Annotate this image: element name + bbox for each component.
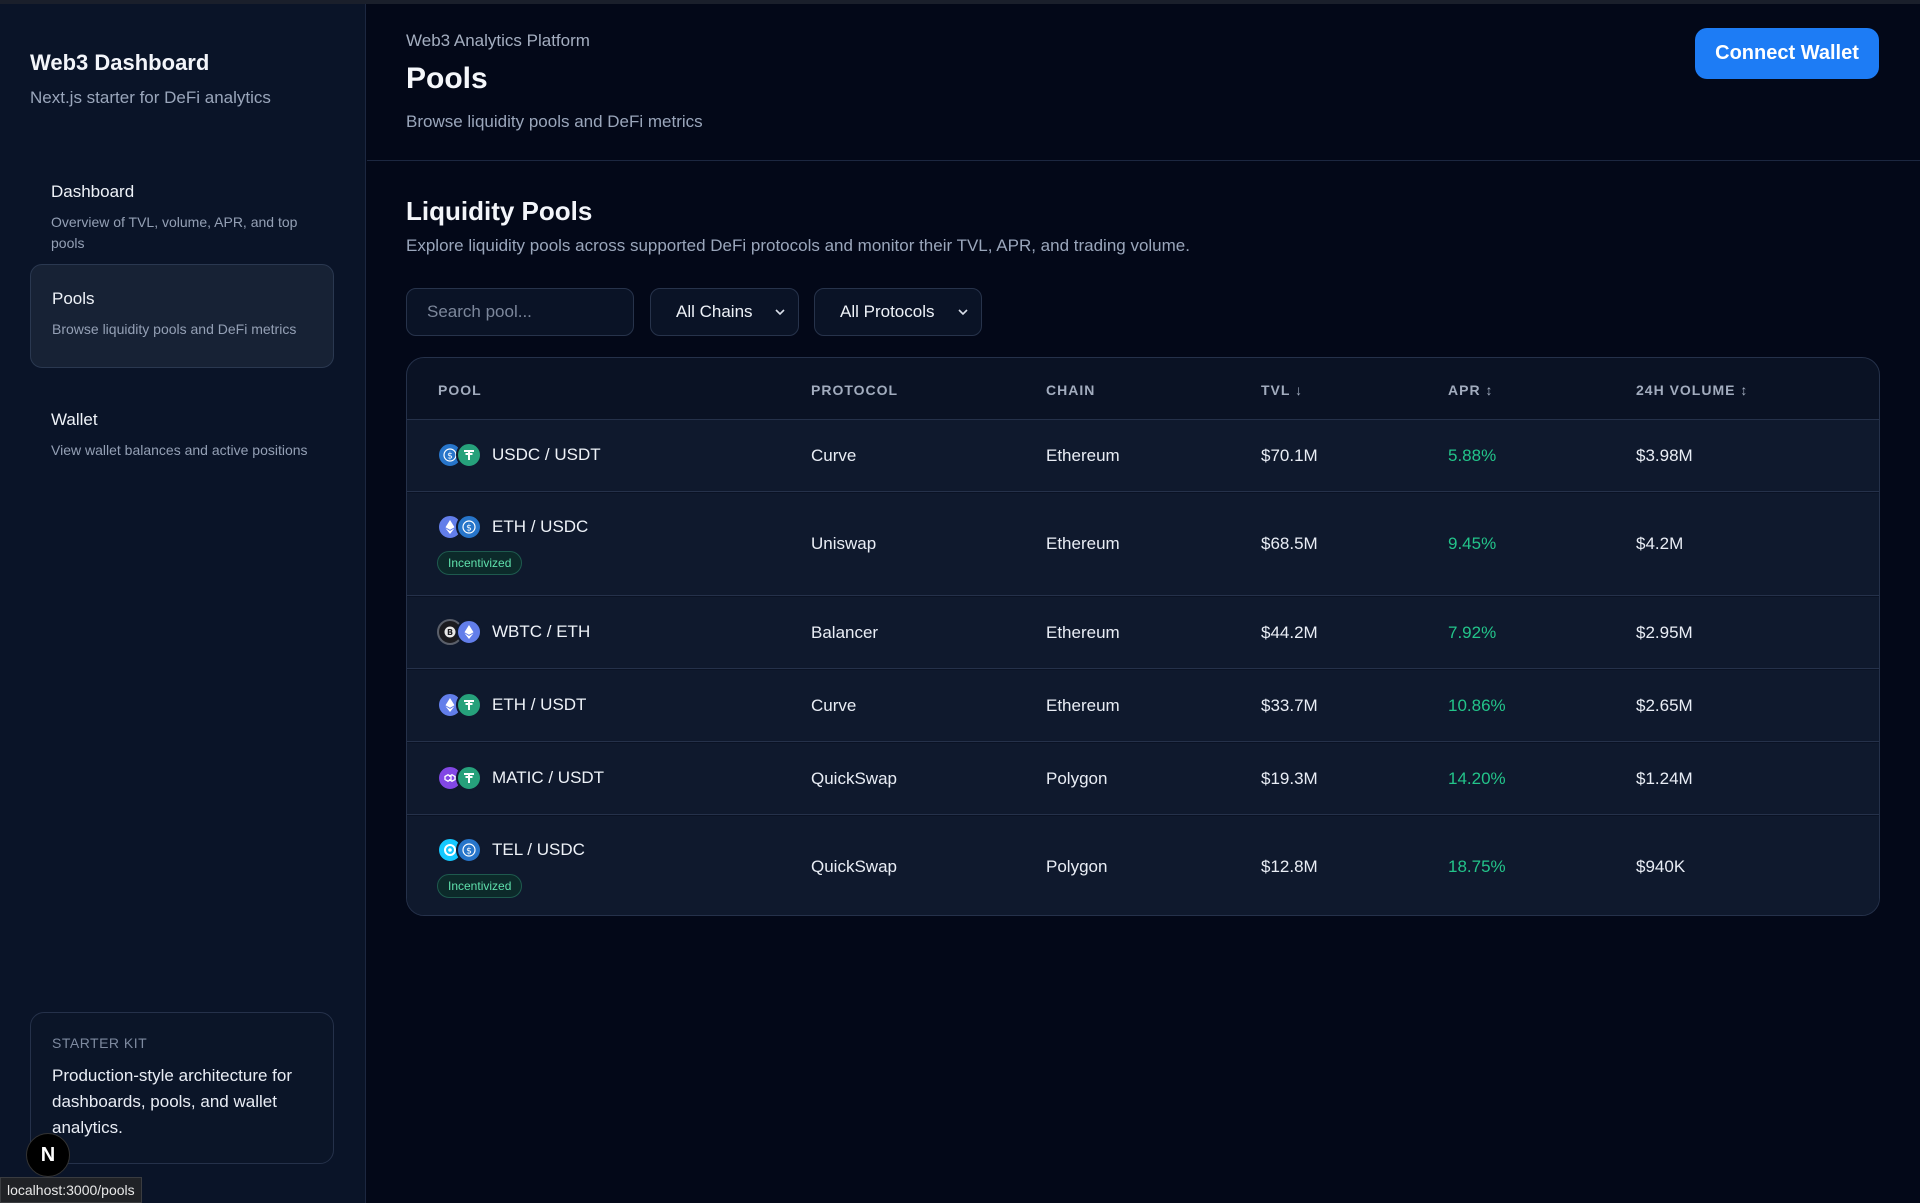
pool-protocol: Curve [811, 446, 857, 465]
pool-chain: Ethereum [1046, 623, 1120, 642]
usdc-icon: $ [456, 837, 482, 863]
pool-apr: 18.75% [1448, 857, 1506, 876]
nextjs-dev-badge[interactable]: N [26, 1133, 70, 1177]
column-header-tvl[interactable]: TVL ↓ [1261, 382, 1303, 398]
pool-volume: $3.98M [1636, 446, 1693, 465]
sidebar-item-dashboard[interactable]: Dashboard Overview of TVL, volume, APR, … [30, 158, 334, 262]
sidebar-item-desc: Browse liquidity pools and DeFi metrics [52, 321, 297, 337]
pool-pair-name: WBTC / ETH [492, 622, 591, 641]
pool-pair-name: ETH / USDT [492, 695, 587, 714]
pool-chain: Ethereum [1046, 696, 1120, 715]
sidebar-item-desc: View wallet balances and active position… [51, 442, 308, 458]
column-header-chain[interactable]: CHAIN [1046, 382, 1095, 398]
usdt-icon [456, 442, 482, 468]
pool-protocol: Balancer [811, 623, 879, 642]
sidebar-item-label: Wallet [51, 410, 98, 429]
pool-volume: $940K [1636, 857, 1686, 876]
page-title: Pools [406, 62, 488, 95]
svg-text:$: $ [466, 847, 472, 857]
table-row[interactable]: $ TEL / USDC Incentivized QuickSwap Poly… [407, 816, 1879, 915]
pool-pair-name: TEL / USDC [492, 840, 585, 859]
sidebar-item-label: Dashboard [51, 182, 135, 201]
sidebar-item-label: Pools [52, 289, 95, 308]
pool-tvl: $12.8M [1261, 857, 1318, 876]
table-row[interactable]: MATIC / USDT QuickSwap Polygon $19.3M 14… [407, 743, 1879, 815]
pool-protocol: QuickSwap [811, 857, 897, 876]
pool-volume: $4.2M [1636, 534, 1684, 553]
pool-volume: $2.65M [1636, 696, 1693, 715]
pool-apr: 5.88% [1448, 446, 1497, 465]
page-header: Web3 Analytics Platform Pools Browse liq… [367, 4, 1920, 161]
usdc-icon: $ [456, 514, 482, 540]
incentivized-badge: Incentivized [437, 874, 523, 898]
eth-icon [456, 619, 482, 645]
pool-volume: $1.24M [1636, 769, 1693, 788]
table-row[interactable]: $ ETH / USDC Incentivized Uniswap Ethere… [407, 493, 1879, 596]
column-header-apr[interactable]: APR ↕ [1448, 382, 1493, 398]
pool-pair: $ USDC / USDT [437, 442, 601, 468]
column-header-pool[interactable]: POOL [438, 382, 482, 398]
section-title: Liquidity Pools [406, 196, 593, 226]
chain-select-value: All Chains [676, 302, 753, 321]
page-subtitle: Browse liquidity pools and DeFi metrics [406, 112, 703, 131]
column-header-protocol[interactable]: PROTOCOL [811, 382, 898, 398]
pool-chain: Polygon [1046, 769, 1108, 788]
pool-chain: Ethereum [1046, 534, 1120, 553]
sidebar-item-desc: Overview of TVL, volume, APR, and top po… [51, 214, 298, 251]
pool-pair-name: USDC / USDT [492, 445, 601, 464]
chevron-down-icon [775, 309, 785, 316]
pool-chain: Ethereum [1046, 446, 1120, 465]
pool-pair: B WBTC / ETH [437, 619, 590, 645]
brand-subtitle: Next.js starter for DeFi analytics [30, 88, 271, 107]
pool-pair: MATIC / USDT [437, 765, 604, 791]
pool-protocol: QuickSwap [811, 769, 897, 788]
usdt-icon [456, 692, 482, 718]
connect-wallet-button[interactable]: Connect Wallet [1695, 28, 1879, 79]
pool-apr: 9.45% [1448, 534, 1497, 553]
incentivized-badge: Incentivized [437, 551, 523, 575]
chain-select[interactable]: All Chains [650, 288, 799, 336]
pool-apr: 10.86% [1448, 696, 1506, 715]
pool-tvl: $70.1M [1261, 446, 1318, 465]
sidebar-item-wallet[interactable]: Wallet View wallet balances and active p… [30, 386, 334, 490]
pool-protocol: Curve [811, 696, 857, 715]
table-header: POOL PROTOCOL CHAIN TVL ↓ APR ↕ 24H VOLU… [407, 358, 1879, 420]
starter-kit-label: STARTER KIT [52, 1035, 148, 1051]
sidebar-item-pools[interactable]: Pools Browse liquidity pools and DeFi me… [30, 264, 334, 368]
column-header-volume[interactable]: 24H VOLUME ↕ [1636, 382, 1748, 398]
table-row[interactable]: ETH / USDT Curve Ethereum $33.7M 10.86% … [407, 670, 1879, 742]
pools-table: POOL PROTOCOL CHAIN TVL ↓ APR ↕ 24H VOLU… [406, 357, 1880, 916]
status-url: localhost:3000/pools [0, 1177, 142, 1203]
sidebar: Web3 Dashboard Next.js starter for DeFi … [0, 4, 366, 1203]
brand-title: Web3 Dashboard [30, 50, 210, 75]
table-row[interactable]: B WBTC / ETH Balancer Ethereum $44.2M 7.… [407, 597, 1879, 669]
chevron-down-icon [958, 309, 968, 316]
search-input[interactable] [406, 288, 634, 336]
starter-kit-text: Production-style architecture for dashbo… [52, 1066, 292, 1137]
pool-pair: $ ETH / USDC [437, 514, 588, 540]
pool-protocol: Uniswap [811, 534, 877, 553]
section-subtitle: Explore liquidity pools across supported… [406, 236, 1190, 255]
pool-pair: $ TEL / USDC [437, 837, 585, 863]
header-eyebrow: Web3 Analytics Platform [406, 31, 590, 50]
pool-tvl: $19.3M [1261, 769, 1318, 788]
pool-pair-name: ETH / USDC [492, 517, 589, 536]
starter-kit-card: STARTER KIT Production-style architectur… [30, 1012, 334, 1164]
svg-text:$: $ [447, 452, 453, 462]
pool-apr: 14.20% [1448, 769, 1506, 788]
svg-text:B: B [447, 628, 453, 637]
pool-pair: ETH / USDT [437, 692, 586, 718]
protocol-select-value: All Protocols [840, 302, 935, 321]
pool-volume: $2.95M [1636, 623, 1693, 642]
table-row[interactable]: $ USDC / USDT Curve Ethereum $70.1M 5.88… [407, 420, 1879, 492]
svg-text:$: $ [466, 524, 472, 534]
usdt-icon [456, 765, 482, 791]
protocol-select[interactable]: All Protocols [814, 288, 982, 336]
pool-tvl: $68.5M [1261, 534, 1318, 553]
pool-chain: Polygon [1046, 857, 1108, 876]
pool-apr: 7.92% [1448, 623, 1497, 642]
pool-tvl: $44.2M [1261, 623, 1318, 642]
pool-pair-name: MATIC / USDT [492, 768, 605, 787]
pool-tvl: $33.7M [1261, 696, 1318, 715]
